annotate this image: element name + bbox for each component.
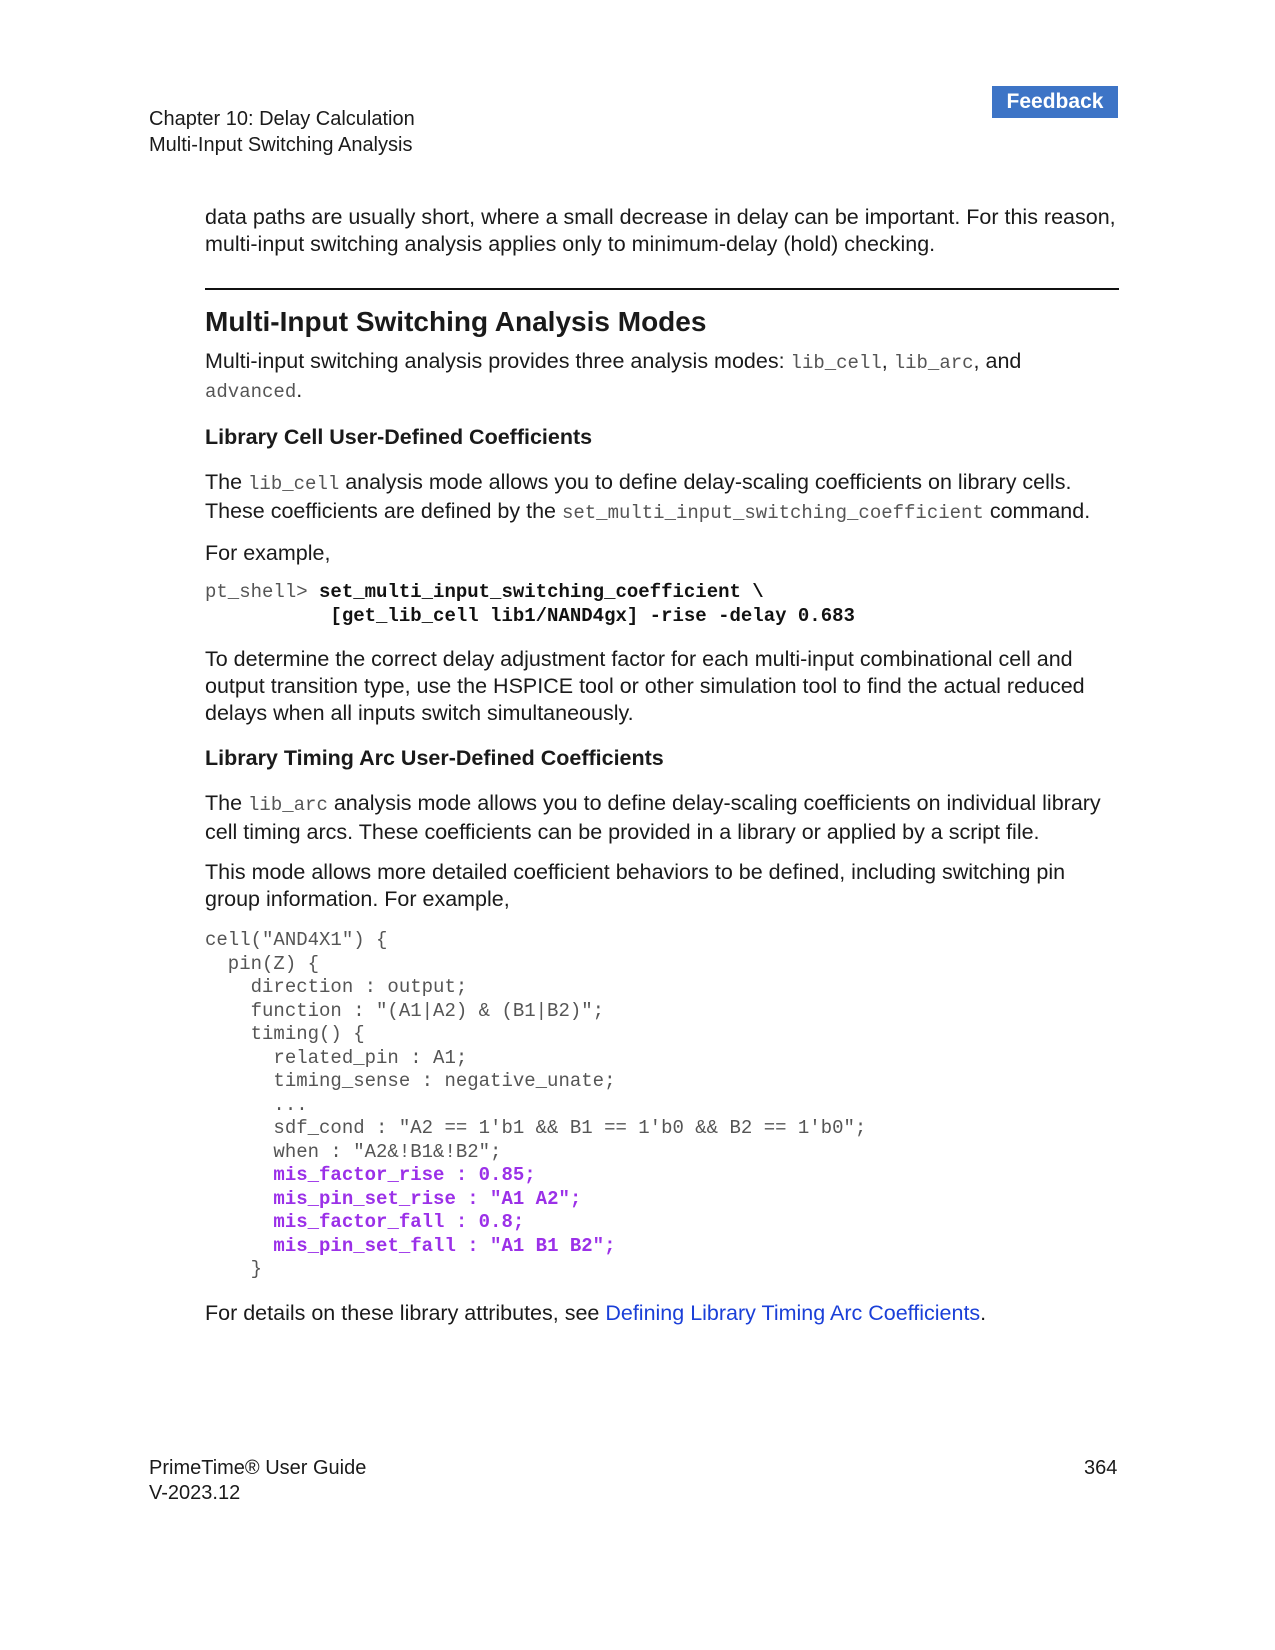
subheading-lib-arc: Library Timing Arc User-Defined Coeffici… (205, 746, 664, 770)
section-heading: Multi-Input Switching Analysis Modes (205, 306, 707, 337)
mode-advanced: advanced (205, 381, 297, 403)
mode-lib-cell: lib_cell (790, 352, 882, 374)
code-line-highlight: mis_pin_set_rise : "A1 A2"; (273, 1187, 582, 1210)
code-line: related_pin : A1; (205, 1046, 468, 1069)
mode-lib-arc: lib_arc (893, 352, 974, 374)
code-line-highlight: mis_pin_set_fall : "A1 B1 B2"; (273, 1234, 616, 1257)
code-line: timing() { (205, 1023, 365, 1045)
feedback-button[interactable]: Feedback (992, 86, 1118, 118)
modes-text: Multi-input switching analysis provides … (205, 349, 791, 373)
modes-sep: , (881, 349, 894, 373)
code-line: } (205, 1258, 263, 1280)
page-content: data paths are usually short, where a sm… (205, 204, 1119, 1327)
code-line: pin(Z) { (205, 952, 320, 975)
library-arc-coefficients-link[interactable]: Defining Library Timing Arc Coefficients (605, 1301, 980, 1325)
shell-prompt: pt_shell> (205, 581, 320, 603)
lib-cell-paragraph: The lib_cell analysis mode allows you to… (205, 469, 1119, 527)
text: For details on these library attributes,… (205, 1300, 606, 1325)
lib-arc-paragraph: The lib_arc analysis mode allows you to … (205, 790, 1119, 846)
code-line: when : "A2&!B1&!B2"; (205, 1140, 502, 1163)
command-line-2: [get_lib_cell lib1/NAND4gx] -rise -delay… (330, 604, 855, 627)
for-example-text: For example, (205, 541, 331, 565)
text: . (980, 1300, 987, 1325)
modes-paragraph: Multi-input switching analysis provides … (205, 348, 1119, 406)
code-line-highlight: mis_factor_fall : 0.8; (273, 1211, 525, 1233)
inline-code: lib_arc (248, 794, 328, 816)
page-footer: PrimeTime® User Guide V-2023.12 (149, 1456, 366, 1506)
section-divider (205, 288, 1119, 290)
code-line: sdf_cond : "A2 == 1'b1 && B1 == 1'b0 && … (205, 1117, 867, 1139)
text: The (205, 791, 249, 815)
code-line: ... (205, 1093, 308, 1116)
text: command. (983, 499, 1091, 523)
inline-code: set_multi_input_switching_coefficient (561, 502, 984, 524)
product-version: V-2023.12 (149, 1482, 241, 1504)
library-code-example: cell("AND4X1") { pin(Z) { direction : ou… (205, 929, 1119, 1282)
chapter-title: Chapter 10: Delay Calculation (149, 108, 415, 130)
command-indent (205, 605, 330, 627)
mode-details-paragraph: This mode allows more detailed coefficie… (205, 860, 1066, 911)
text: The (205, 470, 249, 494)
intro-paragraph: data paths are usually short, where a sm… (205, 205, 1116, 256)
code-line-highlight: mis_factor_rise : 0.85; (273, 1164, 536, 1186)
details-paragraph: For details on these library attributes,… (205, 1300, 1119, 1327)
code-line: cell("AND4X1") { (205, 929, 388, 951)
code-line: direction : output; (205, 976, 468, 998)
section-title: Multi-Input Switching Analysis (149, 134, 413, 156)
subheading-lib-cell: Library Cell User-Defined Coefficients (205, 425, 593, 449)
command-line-1: set_multi_input_switching_coefficient \ (319, 581, 764, 603)
code-line: function : "(A1|A2) & (B1|B2)"; (205, 999, 605, 1022)
page-number: 364 (1084, 1457, 1118, 1479)
code-line: timing_sense : negative_unate; (205, 1070, 616, 1092)
command-example: pt_shell> set_multi_input_switching_coef… (205, 581, 1119, 628)
running-header: Chapter 10: Delay Calculation Multi-Inpu… (149, 106, 415, 158)
determine-paragraph: To determine the correct delay adjustmen… (205, 647, 1085, 725)
text: analysis mode allows you to define delay… (205, 791, 1101, 844)
modes-sep: , and (973, 349, 1022, 373)
inline-code: lib_cell (248, 473, 340, 495)
modes-end: . (296, 378, 303, 402)
product-name: PrimeTime® User Guide (149, 1457, 367, 1479)
